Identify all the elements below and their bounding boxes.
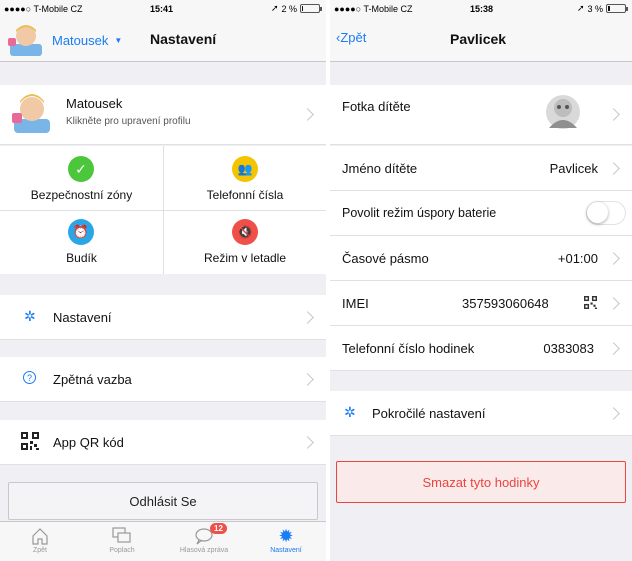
nav-bar: Matousek ▼ Nastavení bbox=[0, 18, 326, 62]
watch-phone-row[interactable]: Telefonní číslo hodinek 0383083 bbox=[330, 326, 632, 371]
child-photo bbox=[546, 95, 580, 129]
logout-button[interactable]: Odhlásit Se bbox=[8, 482, 318, 520]
gear-icon: ✲ bbox=[24, 308, 36, 324]
battery-percent: 2 % bbox=[281, 3, 297, 14]
airplane-mode-icon: 🔇 bbox=[232, 219, 258, 245]
profile-name: Matousek bbox=[52, 32, 109, 48]
qr-code-icon bbox=[584, 296, 597, 309]
menu-item-label: App QR kód bbox=[53, 435, 124, 450]
watch-phone-value: 0383083 bbox=[543, 341, 594, 356]
child-photo-row[interactable]: Fotka dítěte bbox=[330, 85, 632, 145]
battery-saver-toggle[interactable] bbox=[586, 201, 626, 225]
tile-airplane-mode[interactable]: 🔇 Režim v letadle bbox=[164, 211, 326, 274]
clock: 15:38 bbox=[470, 4, 494, 14]
tab-label: Zpět bbox=[32, 547, 47, 554]
gear-icon: ✲ bbox=[344, 404, 356, 420]
chevron-right-icon bbox=[607, 162, 620, 175]
timezone-row[interactable]: Časové pásmo +01:00 bbox=[330, 236, 632, 281]
battery-indicator: ➚ 2 % bbox=[271, 3, 322, 14]
tab-back[interactable]: Zpět bbox=[0, 522, 80, 561]
left-screen: ●●●●○ T-Mobile CZ 15:41 ➚ 2 % Matousek ▼… bbox=[0, 0, 326, 561]
shield-check-icon: ✓ bbox=[68, 156, 94, 182]
menu-item-settings[interactable]: ✲ Nastavení bbox=[0, 295, 326, 340]
tab-alarm[interactable]: Poplach bbox=[82, 522, 162, 561]
tile-phone-numbers[interactable]: 👥 Telefonní čísla bbox=[164, 146, 326, 210]
tab-bar: Zpět Poplach 12 Hlasová zpráva ✹ Nastave… bbox=[0, 521, 326, 561]
tile-label: Bezpečnostní zóny bbox=[30, 188, 133, 202]
menu-item-app-qr[interactable]: App QR kód bbox=[0, 420, 326, 465]
chevron-right-icon bbox=[607, 108, 620, 121]
row-label: IMEI bbox=[342, 296, 369, 311]
battery-saver-row: Povolit režim úspory baterie bbox=[330, 191, 632, 236]
tab-label: Hlasová zpráva bbox=[179, 547, 229, 554]
tile-safe-zones[interactable]: ✓ Bezpečnostní zóny bbox=[0, 146, 163, 210]
contacts-icon: 👥 bbox=[232, 156, 258, 182]
delete-watch-button[interactable]: Smazat tyto hodinky bbox=[336, 461, 626, 503]
home-icon bbox=[32, 528, 48, 545]
page-title: Pavlicek bbox=[450, 31, 507, 47]
battery-indicator: ➚ 3 % bbox=[577, 3, 628, 14]
menu-item-label: Nastavení bbox=[53, 310, 112, 325]
tile-label: Režim v letadle bbox=[203, 251, 287, 265]
row-label: Časové pásmo bbox=[342, 251, 429, 266]
status-bar: ●●●●○ T-Mobile CZ 15:41 ➚ 2 % bbox=[0, 0, 326, 18]
chevron-right-icon bbox=[607, 297, 620, 310]
profile-name: Matousek bbox=[66, 96, 123, 111]
back-label: Zpět bbox=[340, 30, 367, 45]
child-name-value: Pavlicek bbox=[549, 161, 598, 176]
battery-percent: 3 % bbox=[587, 3, 603, 14]
tile-alarm[interactable]: ⏰ Budík bbox=[0, 211, 163, 274]
delete-label: Smazat tyto hodinky bbox=[422, 475, 540, 490]
chevron-right-icon bbox=[301, 436, 314, 449]
battery-icon bbox=[606, 4, 628, 13]
status-bar: ●●●●○ T-Mobile CZ 15:38 ➚ 3 % bbox=[330, 0, 632, 18]
carrier-label: ●●●●○ T-Mobile CZ bbox=[4, 4, 83, 14]
back-button[interactable]: ‹Zpět bbox=[336, 30, 366, 45]
child-name-row[interactable]: Jméno dítěte Pavlicek bbox=[330, 146, 632, 191]
chevron-right-icon bbox=[301, 373, 314, 386]
imei-row[interactable]: IMEI 357593060648 bbox=[330, 281, 632, 326]
row-label: Pokročilé nastavení bbox=[372, 406, 486, 421]
imei-value: 357593060648 bbox=[462, 296, 548, 311]
feature-grid: ✓ Bezpečnostní zóny 👥 Telefonní čísla ⏰ … bbox=[0, 146, 326, 274]
menu-item-feedback[interactable]: ? Zpětná vazba bbox=[0, 357, 326, 402]
nav-bar: ‹Zpět Pavlicek bbox=[330, 18, 632, 62]
child-avatar bbox=[8, 25, 42, 56]
tab-label: Nastavení bbox=[270, 547, 302, 554]
advanced-settings-row[interactable]: ✲ Pokročilé nastavení bbox=[330, 391, 632, 436]
tab-voice-message[interactable]: 12 Hlasová zpráva bbox=[164, 522, 244, 561]
tile-label: Telefonní čísla bbox=[206, 188, 284, 202]
row-label: Telefonní číslo hodinek bbox=[342, 341, 475, 356]
right-screen: ●●●●○ T-Mobile CZ 15:38 ➚ 3 % ‹Zpět Pavl… bbox=[330, 0, 632, 561]
chevron-down-icon: ▼ bbox=[114, 35, 123, 45]
qr-code-icon bbox=[21, 432, 39, 450]
chevron-right-icon bbox=[301, 108, 314, 121]
question-icon: ? bbox=[23, 371, 36, 384]
row-label: Povolit režim úspory baterie bbox=[342, 206, 497, 220]
chevron-right-icon bbox=[607, 252, 620, 265]
tab-settings[interactable]: ✹ Nastavení bbox=[246, 522, 326, 561]
chevron-right-icon bbox=[607, 407, 620, 420]
chevron-right-icon bbox=[301, 311, 314, 324]
gear-icon: ✹ bbox=[278, 526, 294, 546]
child-avatar bbox=[12, 94, 50, 133]
row-label: Jméno dítěte bbox=[342, 161, 418, 176]
tab-label: Poplach bbox=[109, 547, 135, 554]
logout-label: Odhlásit Se bbox=[129, 494, 197, 509]
chevron-right-icon bbox=[607, 342, 620, 355]
profile-subtitle: Klikněte pro upravení profilu bbox=[66, 116, 191, 127]
carrier-label: ●●●●○ T-Mobile CZ bbox=[334, 4, 413, 14]
row-label: Fotka dítěte bbox=[342, 99, 411, 114]
alarm-chat-icon bbox=[112, 527, 131, 543]
battery-icon bbox=[300, 4, 322, 13]
alarm-clock-icon: ⏰ bbox=[68, 219, 94, 245]
profile-switcher[interactable]: Matousek ▼ bbox=[6, 24, 122, 56]
page-title: Nastavení bbox=[150, 31, 217, 47]
tile-label: Budík bbox=[66, 251, 97, 265]
timezone-value: +01:00 bbox=[557, 251, 598, 266]
menu-item-label: Zpětná vazba bbox=[53, 372, 132, 387]
profile-row[interactable]: Matousek Klikněte pro upravení profilu bbox=[0, 85, 326, 145]
clock: 15:41 bbox=[150, 4, 174, 14]
unread-badge: 12 bbox=[210, 523, 227, 534]
